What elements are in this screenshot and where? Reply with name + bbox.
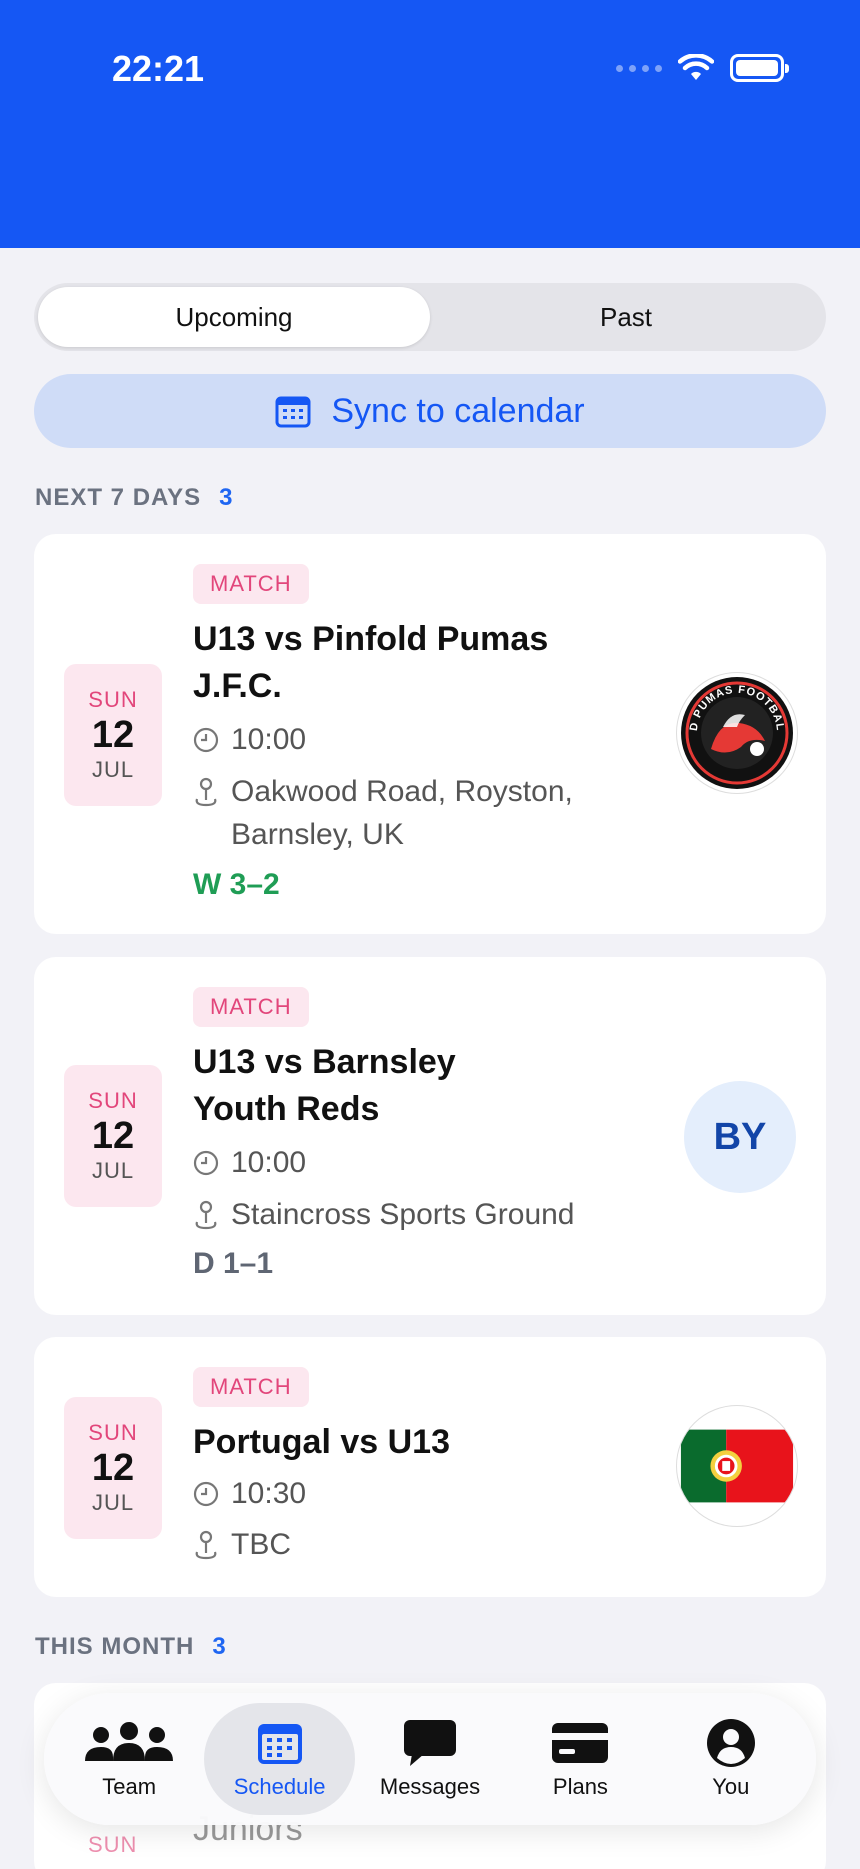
event-location-row: Staincross Sports Ground — [193, 1193, 575, 1236]
tab-you[interactable]: You — [656, 1703, 806, 1815]
date-weekday: SUN — [88, 1088, 138, 1113]
event-time: 10:00 — [231, 1146, 307, 1179]
event-type-tag: MATCH — [193, 1367, 309, 1407]
chat-bubble-icon — [402, 1718, 458, 1768]
event-result: W 3–2 — [193, 868, 280, 901]
event-location: Staincross Sports Ground — [231, 1198, 575, 1231]
upcoming-past-toggle: Upcoming Past — [34, 283, 826, 351]
event-title: U13 vs Barnsley Youth Reds — [193, 1043, 456, 1128]
date-day: 12 — [91, 1447, 135, 1489]
opponent-badge: PINFOLD PUMAS FOOTBALL CLUB — [676, 672, 798, 794]
event-time-row: 10:00 — [193, 1141, 306, 1184]
section-title: NEXT 7 DAYS — [35, 484, 202, 511]
date-day: 12 — [91, 714, 135, 756]
tab-team[interactable]: Team — [54, 1703, 204, 1815]
tab-messages-label: Messages — [379, 1774, 481, 1799]
tab-past[interactable]: Past — [430, 287, 822, 347]
opponent-initials-badge: BY — [684, 1081, 796, 1193]
wifi-icon — [678, 54, 714, 80]
credit-card-icon — [551, 1718, 609, 1768]
header-bar: 22:21 — [0, 0, 860, 248]
date-month: JUL — [91, 1158, 135, 1183]
status-icons — [616, 54, 789, 82]
event-time: 10:30 — [231, 1477, 307, 1510]
date-weekday: SUN — [88, 1832, 138, 1857]
calendar-icon — [256, 1718, 304, 1768]
tab-plans-label: Plans — [552, 1774, 608, 1799]
team-icon — [83, 1718, 175, 1768]
section-next-7-days: NEXT 7 DAYS 3 — [35, 484, 234, 512]
sync-calendar-button[interactable]: Sync to calendar — [34, 374, 826, 448]
date-weekday: SUN — [88, 1420, 138, 1445]
tab-upcoming[interactable]: Upcoming — [38, 287, 430, 347]
date-box: SUN 12 JUL — [64, 1065, 162, 1207]
event-type-tag: MATCH — [193, 987, 309, 1027]
tab-schedule-label: Schedule — [233, 1774, 326, 1799]
location-pin-icon — [193, 1523, 219, 1566]
date-weekday: SUN — [88, 687, 138, 712]
section-count: 3 — [212, 1633, 227, 1660]
sync-calendar-label: Sync to calendar — [331, 391, 585, 430]
portugal-flag-icon — [680, 1429, 794, 1503]
event-time: 10:00 — [231, 723, 307, 756]
bottom-tab-bar: Team Schedule Messages Plans You — [44, 1693, 816, 1825]
event-location-row: Oakwood Road, Royston, Barnsley, UK — [193, 770, 633, 856]
tab-plans[interactable]: Plans — [505, 1703, 655, 1815]
event-time-row: 10:00 — [193, 718, 306, 761]
event-card[interactable]: SUN 12 JUL MATCH U13 vs Pinfold Pumas J.… — [34, 534, 826, 934]
section-title: THIS MONTH — [35, 1633, 195, 1660]
event-result: D 1–1 — [193, 1247, 274, 1280]
event-location: Oakwood Road, Royston, Barnsley, UK — [231, 775, 573, 851]
battery-icon — [730, 54, 789, 82]
section-this-month: THIS MONTH 3 — [35, 1633, 227, 1661]
clock-icon — [193, 1141, 219, 1184]
event-card[interactable]: SUN 12 JUL MATCH U13 vs Barnsley Youth R… — [34, 957, 826, 1315]
clock-icon — [193, 718, 219, 761]
opponent-badge — [676, 1405, 798, 1527]
location-pin-icon — [193, 1193, 219, 1236]
tab-schedule[interactable]: Schedule — [204, 1703, 355, 1815]
event-title: Portugal vs U13 — [193, 1423, 450, 1461]
event-location-row: TBC — [193, 1523, 291, 1566]
status-time: 22:21 — [112, 48, 205, 89]
section-count: 3 — [219, 484, 234, 511]
date-month: JUL — [91, 1490, 135, 1515]
event-location: TBC — [231, 1528, 291, 1561]
tab-team-label: Team — [102, 1774, 157, 1799]
date-box: SUN 12 JUL — [64, 664, 162, 806]
date-month: JUL — [91, 757, 135, 782]
tab-you-label: You — [712, 1774, 750, 1799]
pinfold-pumas-crest-icon: PINFOLD PUMAS FOOTBALL CLUB — [679, 675, 793, 789]
location-pin-icon — [193, 770, 219, 813]
date-day: 12 — [91, 1115, 135, 1157]
tab-messages[interactable]: Messages — [355, 1703, 505, 1815]
event-title: U13 vs Pinfold Pumas J.F.C. — [193, 620, 549, 705]
event-card[interactable]: SUN 12 JUL MATCH Portugal vs U13 10:30 T… — [34, 1337, 826, 1597]
event-type-tag: MATCH — [193, 564, 309, 604]
calendar-icon — [275, 396, 311, 428]
event-time-row: 10:30 — [193, 1472, 306, 1515]
signal-icon — [616, 64, 662, 72]
person-icon — [706, 1718, 756, 1768]
clock-icon — [193, 1472, 219, 1515]
date-box: SUN 12 JUL — [64, 1397, 162, 1539]
